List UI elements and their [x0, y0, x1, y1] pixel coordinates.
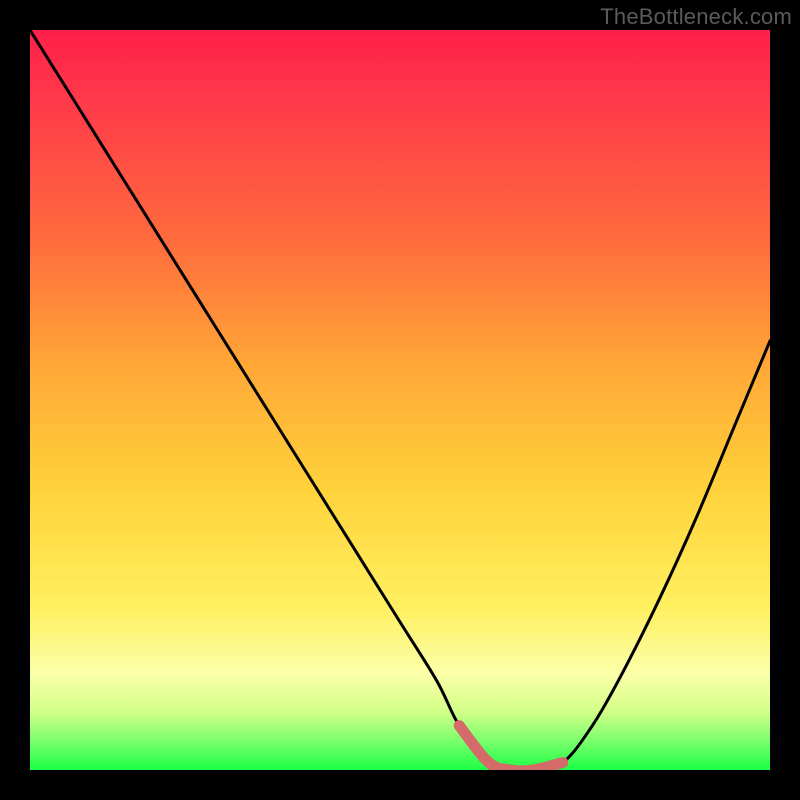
chart-frame: TheBottleneck.com — [0, 0, 800, 800]
optimal-range-segment — [459, 726, 563, 770]
chart-plot-area — [30, 30, 770, 770]
watermark-text: TheBottleneck.com — [600, 4, 792, 30]
chart-svg — [30, 30, 770, 770]
bottleneck-curve — [30, 30, 770, 770]
